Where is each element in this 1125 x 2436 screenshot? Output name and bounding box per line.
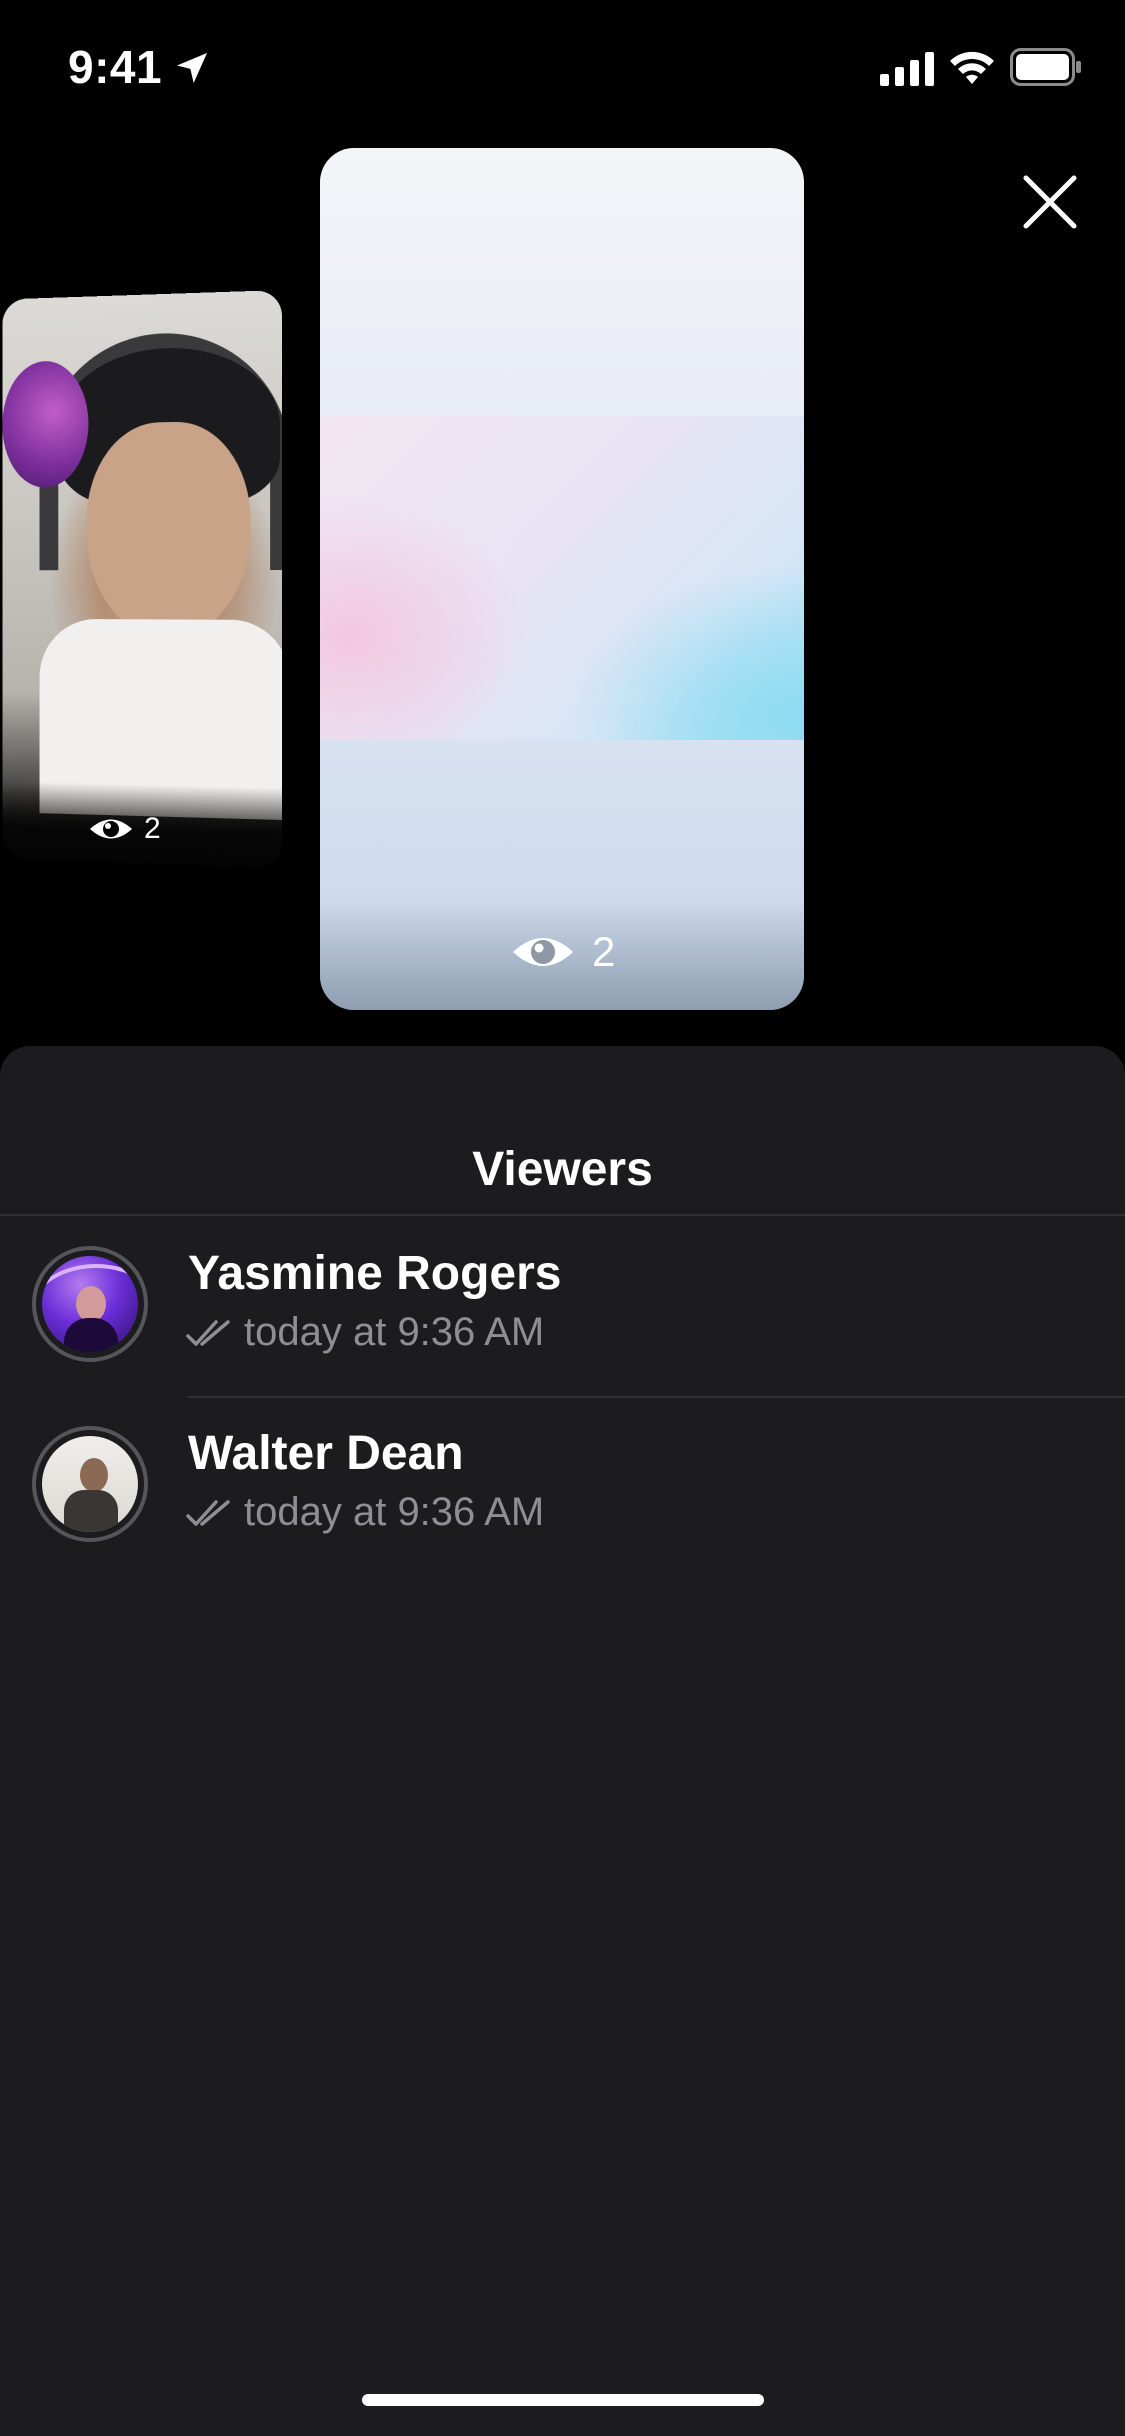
location-icon — [177, 53, 207, 83]
viewer-time: today at 9:36 AM — [244, 1310, 545, 1354]
status-bar: 9:41 — [0, 0, 1125, 140]
current-story-view-count: 2 — [592, 928, 616, 975]
previous-story-view-count: 2 — [144, 812, 161, 845]
story-sticker — [2, 360, 89, 489]
current-story-thumbnail[interactable] — [320, 148, 804, 1010]
viewer-name: Yasmine Rogers — [188, 1247, 562, 1300]
viewer-row[interactable]: Walter Dean today at 9:36 AM — [0, 1396, 1125, 1576]
viewers-sheet: Viewers Yasmine Rogers today at 9:36 AM — [0, 1046, 1125, 2436]
previous-story-thumbnail[interactable] — [2, 290, 282, 868]
eye-icon — [513, 938, 573, 966]
eye-icon — [90, 819, 132, 839]
status-time: 9:41 — [68, 41, 163, 93]
signal-icon — [880, 52, 934, 86]
viewer-row[interactable]: Yasmine Rogers today at 9:36 AM — [0, 1216, 1125, 1396]
close-icon[interactable] — [1018, 170, 1082, 234]
viewer-seen-time: today at 9:36 AM — [186, 1310, 544, 1355]
viewer-name: Walter Dean — [188, 1427, 464, 1480]
sheet-title: Viewers — [472, 1143, 653, 1196]
previous-story-views: 2 — [88, 812, 161, 846]
story-gradient-band — [320, 416, 804, 740]
current-story-views: 2 — [510, 928, 615, 976]
battery-icon — [1010, 48, 1081, 86]
viewer-seen-time: today at 9:36 AM — [186, 1490, 544, 1535]
story-photo-face — [86, 420, 251, 640]
double-check-icon — [186, 1499, 230, 1526]
viewer-time: today at 9:36 AM — [244, 1490, 545, 1534]
double-check-icon — [186, 1319, 230, 1346]
home-indicator[interactable] — [362, 2394, 764, 2406]
avatar[interactable] — [32, 1246, 148, 1362]
avatar[interactable] — [32, 1426, 148, 1542]
wifi-icon — [950, 51, 994, 84]
